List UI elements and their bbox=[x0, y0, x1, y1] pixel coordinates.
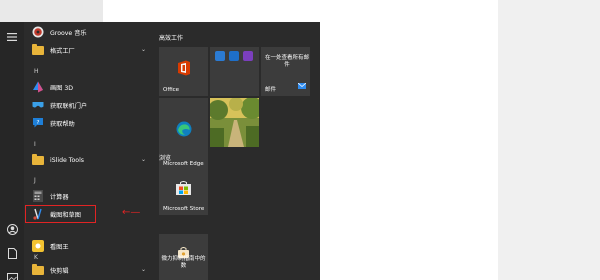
onenote-icon bbox=[243, 51, 253, 61]
app-label: 计算器 bbox=[50, 193, 69, 201]
app-calculator[interactable]: 计算器 bbox=[24, 188, 152, 204]
app-folder-format-factory[interactable]: 格式工厂 ⌄ bbox=[24, 42, 152, 58]
user-account-icon[interactable] bbox=[5, 222, 19, 236]
tile-group-title[interactable]: 高效工作 bbox=[159, 33, 183, 42]
tile-photos[interactable] bbox=[210, 98, 259, 147]
app-label: 看图王 bbox=[50, 243, 69, 251]
word-icon bbox=[215, 51, 225, 61]
mixed-reality-portal-icon bbox=[32, 99, 44, 111]
start-menu: Groove 音乐 格式工厂 ⌄ H 画图 3D 获取联机门户 ? 获取帮助 I… bbox=[0, 22, 320, 280]
app-folder-quick-edit[interactable]: 快剪辑 ⌄ bbox=[24, 262, 152, 278]
tile-office[interactable]: Office bbox=[159, 47, 208, 96]
annotation-arrow-icon: ←— bbox=[122, 207, 141, 218]
app-folder-islide-tools[interactable]: iSlide Tools ⌄ bbox=[24, 152, 152, 168]
tile-label: 邮件 bbox=[265, 87, 277, 93]
letter-header[interactable]: H bbox=[34, 68, 39, 75]
pictures-icon[interactable] bbox=[5, 270, 19, 280]
app-list: Groove 音乐 格式工厂 ⌄ H 画图 3D 获取联机门户 ? 获取帮助 I… bbox=[24, 22, 152, 280]
get-help-icon: ? bbox=[32, 117, 44, 129]
app-label: 画图 3D bbox=[50, 84, 74, 92]
letter-header[interactable]: I bbox=[34, 141, 36, 148]
annotation-highlight-box bbox=[25, 205, 96, 223]
app-label: 快剪辑 bbox=[50, 267, 69, 275]
app-label: iSlide Tools bbox=[50, 156, 85, 164]
letter-header[interactable]: K bbox=[34, 254, 38, 261]
app-mixed-reality-portal[interactable]: 获取联机门户 bbox=[24, 97, 152, 113]
tile-microsoft-store[interactable]: Microsoft Store bbox=[159, 166, 208, 215]
tile-area: 高效工作 Office 在一处查看所有邮件 邮件 Microsoft Edge … bbox=[152, 22, 320, 280]
app-label: Groove 音乐 bbox=[50, 29, 87, 37]
tile-label: Microsoft Store bbox=[163, 206, 205, 212]
app-image-viewer[interactable]: 看图王 bbox=[24, 238, 152, 254]
tile-label: Office bbox=[163, 87, 180, 93]
paint-3d-icon bbox=[32, 81, 44, 93]
groove-music-icon bbox=[32, 26, 44, 38]
start-rail bbox=[0, 22, 24, 280]
app-groove-music[interactable]: Groove 音乐 bbox=[24, 24, 152, 40]
edge-icon bbox=[176, 121, 192, 141]
app-label: 获取联机门户 bbox=[50, 102, 88, 110]
folder-icon bbox=[32, 263, 44, 276]
app-label: 格式工厂 bbox=[50, 47, 75, 55]
tile-group-title[interactable]: 浏览 bbox=[159, 153, 171, 162]
folder-icon bbox=[32, 153, 44, 166]
app-label: 获取帮助 bbox=[50, 120, 75, 128]
tile-bottom-app[interactable]: 微力抑制指南中的数 bbox=[159, 234, 208, 280]
chevron-down-icon: ⌄ bbox=[140, 266, 146, 273]
tile-description: 在一处查看所有邮件 bbox=[265, 55, 310, 68]
chevron-down-icon: ⌄ bbox=[140, 46, 146, 53]
image-viewer-icon bbox=[32, 240, 44, 252]
photo-thumbnail bbox=[210, 98, 259, 147]
store-icon bbox=[176, 180, 191, 199]
office-icon bbox=[177, 60, 191, 80]
hamburger-menu-icon[interactable] bbox=[5, 30, 19, 44]
calculator-icon bbox=[32, 190, 44, 202]
tile-description: 微力抑制指南中的数 bbox=[161, 256, 206, 269]
window-margin bbox=[498, 0, 600, 280]
folder-icon bbox=[32, 43, 44, 56]
mail-icon bbox=[297, 74, 307, 93]
app-get-help[interactable]: ? 获取帮助 bbox=[24, 115, 152, 131]
tile-office-apps[interactable] bbox=[210, 47, 259, 96]
letter-header[interactable]: J bbox=[34, 177, 36, 184]
documents-icon[interactable] bbox=[5, 246, 19, 260]
app-paint-3d[interactable]: 画图 3D bbox=[24, 79, 152, 95]
svg-text:?: ? bbox=[37, 120, 40, 126]
outlook-icon bbox=[229, 51, 239, 61]
chevron-down-icon: ⌄ bbox=[140, 156, 146, 163]
tile-mail[interactable]: 在一处查看所有邮件 邮件 bbox=[261, 47, 310, 96]
